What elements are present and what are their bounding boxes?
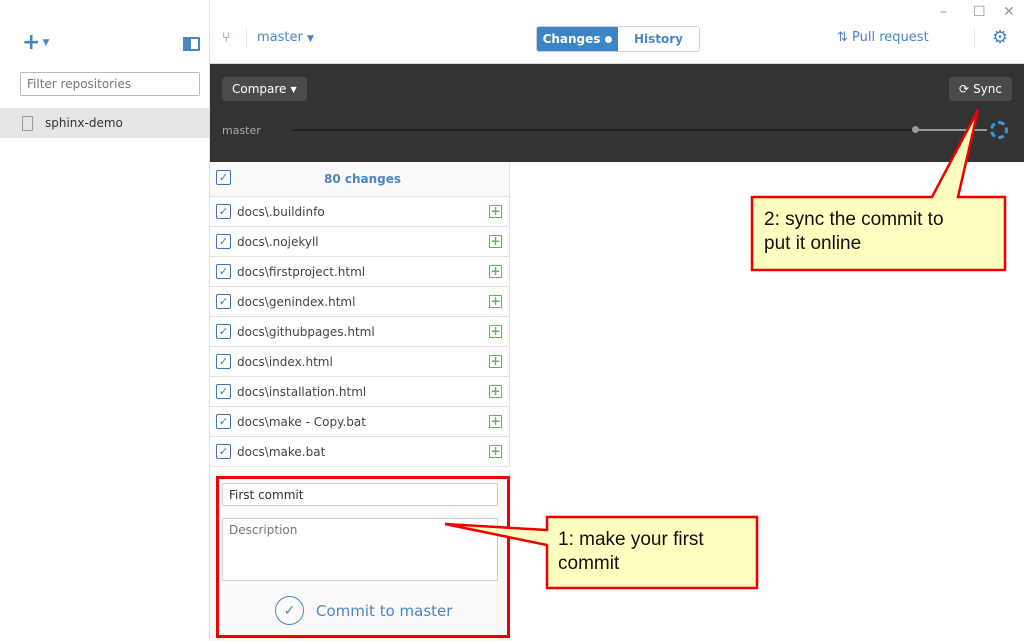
plus-icon: +: [22, 30, 41, 55]
file-row[interactable]: ✓ docs\githubpages.html +: [210, 317, 509, 347]
added-file-icon: +: [489, 324, 502, 338]
commit-button[interactable]: ✓ Commit to master: [275, 596, 452, 625]
file-checkbox[interactable]: ✓: [216, 324, 231, 339]
file-path: docs\firstproject.html: [237, 264, 366, 279]
close-icon[interactable]: ✕: [1003, 4, 1015, 20]
file-checkbox[interactable]: ✓: [216, 444, 231, 459]
file-row[interactable]: ✓ docs\make.bat +: [210, 437, 509, 467]
added-file-icon: +: [489, 444, 502, 458]
tab-label: Changes: [542, 32, 601, 46]
sync-label: Sync: [973, 82, 1002, 96]
divider: [246, 28, 247, 48]
add-repository-button[interactable]: + ▼: [22, 32, 50, 54]
file-checkbox[interactable]: ✓: [216, 354, 231, 369]
repo-name: sphinx-demo: [45, 116, 123, 130]
added-file-icon: +: [489, 384, 502, 398]
callout-line: put it online: [764, 233, 862, 254]
added-file-icon: +: [489, 234, 502, 248]
file-checkbox[interactable]: ✓: [216, 204, 231, 219]
added-file-icon: +: [489, 264, 502, 278]
filter-repositories-input[interactable]: [20, 72, 200, 96]
branch-selector[interactable]: master ▼: [257, 30, 314, 45]
callout-line: commit: [558, 553, 620, 574]
branch-icon: ⑂: [222, 30, 231, 46]
file-checkbox[interactable]: ✓: [216, 414, 231, 429]
callout-line: 2: sync the commit to: [764, 209, 944, 230]
file-path: docs\index.html: [237, 354, 333, 369]
repo-item-sphinx-demo[interactable]: sphinx-demo: [0, 108, 209, 138]
callout-1-text: 1: make your first commit: [558, 528, 704, 576]
added-file-icon: +: [489, 414, 502, 428]
file-row[interactable]: ✓ docs\index.html +: [210, 347, 509, 377]
file-row[interactable]: ✓ docs\.buildinfo +: [210, 197, 509, 227]
compare-label: Compare: [232, 82, 287, 96]
commit-summary-input[interactable]: [222, 483, 498, 506]
repo-book-icon: [22, 115, 33, 131]
timeline-line-unsynced: [915, 129, 987, 131]
changes-list: ✓ 80 changes ✓ docs\.buildinfo + ✓ docs\.noj…: [210, 162, 510, 467]
changes-header: ✓ 80 changes: [210, 162, 509, 197]
caret-down-icon: ▼: [290, 84, 297, 94]
file-path: docs\make.bat: [237, 444, 326, 459]
compare-button[interactable]: Compare ▼: [222, 77, 307, 101]
commit-form: ✓ Commit to master: [210, 470, 510, 641]
added-file-icon: +: [489, 294, 502, 308]
caret-down-icon: ▼: [306, 34, 314, 44]
file-path: docs\.nojekyll: [237, 234, 319, 249]
maximize-icon[interactable]: ☐: [973, 4, 986, 20]
file-row[interactable]: ✓ docs\make - Copy.bat +: [210, 407, 509, 437]
gear-icon[interactable]: ⚙: [992, 27, 1008, 48]
pull-request-button[interactable]: ⇅ Pull request: [837, 30, 929, 45]
pending-commit-icon[interactable]: [990, 121, 1008, 139]
sync-icon: ⟳: [959, 82, 970, 96]
file-checkbox[interactable]: ✓: [216, 264, 231, 279]
tab-history[interactable]: History: [618, 27, 699, 51]
file-path: docs\installation.html: [237, 384, 367, 399]
added-file-icon: +: [489, 354, 502, 368]
tab-changes[interactable]: Changes: [537, 27, 618, 51]
changes-dot-icon: [605, 35, 613, 43]
file-checkbox[interactable]: ✓: [216, 234, 231, 249]
file-path: docs\githubpages.html: [237, 324, 375, 339]
file-checkbox[interactable]: ✓: [216, 384, 231, 399]
file-row[interactable]: ✓ docs\.nojekyll +: [210, 227, 509, 257]
caret-down-icon: ▼: [42, 38, 50, 48]
select-all-checkbox[interactable]: ✓: [216, 170, 231, 185]
sync-button[interactable]: ⟳ Sync: [949, 77, 1012, 101]
added-file-icon: +: [489, 204, 502, 218]
changes-count: 80 changes: [323, 172, 402, 186]
pull-request-label: Pull request: [852, 30, 929, 45]
pull-request-icon: ⇅: [837, 30, 848, 45]
tab-label: History: [633, 32, 684, 46]
file-path: docs\.buildinfo: [237, 204, 325, 219]
toggle-sidebar-icon[interactable]: [183, 37, 200, 51]
callout-2-text: 2: sync the commit to put it online: [764, 208, 944, 256]
file-row[interactable]: ✓ docs\firstproject.html +: [210, 257, 509, 287]
file-path: docs\genindex.html: [237, 294, 356, 309]
compare-bar: Compare ▼ ⟳ Sync master: [210, 64, 1024, 162]
timeline-line: [292, 129, 915, 131]
divider: [974, 28, 975, 48]
file-path: docs\make - Copy.bat: [237, 414, 366, 429]
commit-description-input[interactable]: [222, 518, 498, 581]
sidebar: +▼ sphinx-demo: [0, 0, 210, 641]
minimize-icon[interactable]: –: [940, 4, 947, 20]
branch-name: master: [257, 30, 303, 45]
view-tabs: Changes History: [536, 26, 700, 52]
checkmark-icon: ✓: [275, 596, 304, 625]
commit-button-label: Commit to master: [316, 601, 453, 620]
callout-line: 1: make your first: [558, 529, 704, 550]
file-row[interactable]: ✓ docs\installation.html +: [210, 377, 509, 407]
commit-dot[interactable]: [912, 126, 919, 133]
timeline-branch-label: master: [222, 124, 261, 137]
file-checkbox[interactable]: ✓: [216, 294, 231, 309]
top-bar: ⑂ master ▼ Changes History ⇅ Pull reques…: [210, 0, 1024, 64]
file-row[interactable]: ✓ docs\genindex.html +: [210, 287, 509, 317]
